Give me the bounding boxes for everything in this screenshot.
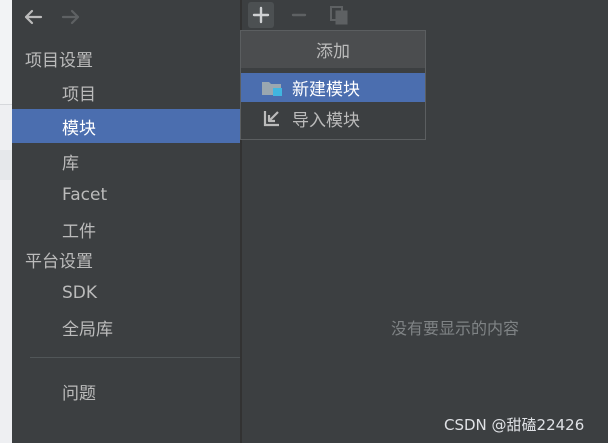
- sidebar-item-label: SDK: [62, 283, 98, 303]
- sidebar-item-project[interactable]: 项目: [12, 75, 240, 109]
- sidebar-divider: [30, 357, 242, 358]
- sidebar-item-label: 库: [62, 153, 79, 174]
- sidebar-item-global-libraries[interactable]: 全局库: [12, 310, 240, 344]
- sidebar-item-label: 工件: [62, 221, 96, 242]
- sidebar-item-facets[interactable]: Facet: [12, 178, 240, 212]
- sidebar-item-label: 项目: [62, 84, 96, 105]
- sidebar-item-label: Facet: [62, 185, 108, 205]
- copy-icon: [330, 6, 348, 25]
- background-window-strip: [0, 0, 12, 443]
- sidebar-item-modules[interactable]: 模块: [12, 109, 240, 143]
- copy-button[interactable]: [326, 2, 352, 28]
- background-window-panel-lower: [0, 150, 12, 180]
- arrow-left-icon: [24, 9, 43, 25]
- arrow-right-icon: [61, 9, 80, 25]
- menu-item-label: 导入模块: [292, 111, 360, 131]
- remove-button[interactable]: [286, 2, 312, 28]
- forward-button[interactable]: [58, 5, 84, 29]
- sidebar-item-sdk[interactable]: SDK: [12, 276, 240, 310]
- menu-item-label: 新建模块: [292, 80, 360, 100]
- modules-toolbar: [242, 0, 608, 30]
- sidebar-item-artifacts[interactable]: 工件: [12, 212, 240, 246]
- import-arrow-icon: [263, 111, 279, 127]
- watermark: CSDN @甜磕22426: [444, 416, 585, 434]
- back-button[interactable]: [20, 5, 46, 29]
- sidebar-item-label: 问题: [62, 383, 96, 404]
- sidebar-item-libraries[interactable]: 库: [12, 144, 240, 178]
- sidebar-item-label: 全局库: [62, 319, 113, 340]
- group-header-platform-settings: 平台设置: [25, 252, 93, 272]
- plus-icon: [252, 6, 270, 24]
- add-button[interactable]: [248, 2, 274, 28]
- minus-icon: [291, 13, 307, 17]
- empty-state-text: 没有要显示的内容: [391, 319, 520, 338]
- popup-title: 添加: [241, 31, 425, 68]
- folder-module-icon: [262, 82, 282, 96]
- group-header-project-settings: 项目设置: [25, 51, 93, 71]
- add-popup-menu: 添加 新建模块 导入模块: [240, 30, 426, 140]
- settings-sidebar: 项目设置 项目 模块 库 Facet 工件 平台设置 SDK 全局库 问题: [12, 0, 242, 443]
- sidebar-item-problems[interactable]: 问题: [12, 374, 240, 408]
- menu-item-new-module[interactable]: 新建模块: [241, 73, 425, 102]
- navigation-arrows: [12, 0, 240, 34]
- menu-item-import-module[interactable]: 导入模块: [241, 104, 425, 133]
- sidebar-item-label: 模块: [62, 118, 96, 139]
- background-window-panel: [0, 0, 12, 105]
